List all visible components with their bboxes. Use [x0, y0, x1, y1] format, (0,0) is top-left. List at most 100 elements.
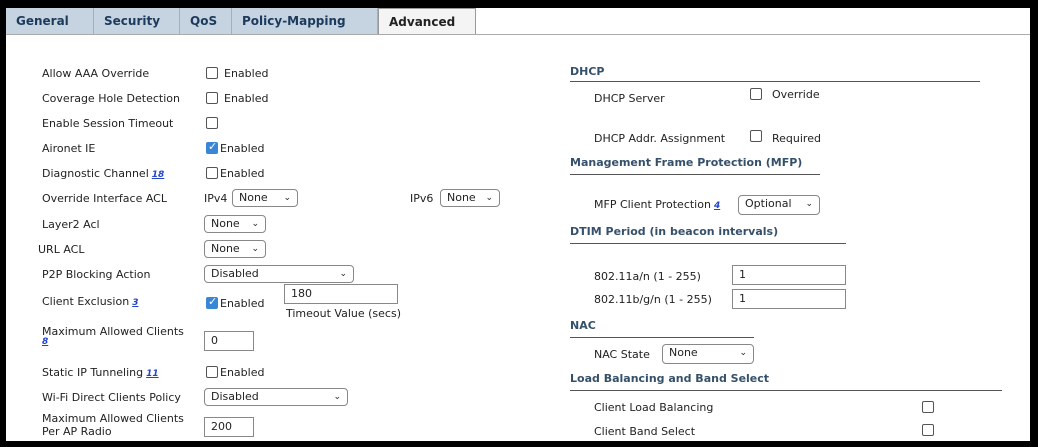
nac-section-title: NAC — [570, 319, 596, 332]
dtim-section-title: DTIM Period (in beacon intervals) — [570, 225, 779, 238]
static-ip-checkbox[interactable] — [206, 366, 218, 378]
dhcp-assign-label: DHCP Addr. Assignment — [594, 132, 726, 145]
advanced-settings: Allow AAA Override Enabled Coverage Hole… — [6, 34, 1030, 440]
client-band-select-checkbox[interactable] — [922, 424, 934, 436]
ipv6-label: IPv6 — [410, 192, 434, 205]
chevron-down-icon: ⌄ — [805, 199, 813, 209]
ipv4-acl-value: None — [239, 191, 268, 204]
dhcp-assign-checkbox[interactable] — [750, 130, 762, 142]
chevron-down-icon: ⌄ — [251, 219, 259, 229]
nac-state-value: None — [669, 346, 698, 359]
chevron-down-icon: ⌄ — [739, 348, 747, 358]
client-exclusion-check-label: Enabled — [220, 297, 265, 310]
tab-advanced[interactable]: Advanced — [378, 8, 476, 34]
client-load-balancing-checkbox[interactable] — [922, 401, 934, 413]
nac-state-label: NAC State — [594, 348, 650, 361]
chevron-down-icon: ⌄ — [339, 269, 347, 279]
allow-aaa-override-checkbox[interactable] — [206, 67, 218, 79]
client-exclusion-label: Client Exclusion 3 — [42, 295, 138, 308]
chevron-down-icon: ⌄ — [333, 392, 341, 402]
diagnostic-channel-check-label: Enabled — [220, 167, 265, 180]
max-clients-ref-link[interactable]: 8 — [42, 337, 48, 347]
override-acl-label: Override Interface ACL — [42, 192, 167, 205]
diagnostic-channel-checkbox[interactable] — [206, 167, 218, 179]
max-clients-ap-label-2: Per AP Radio — [42, 425, 112, 438]
dhcp-server-label: DHCP Server — [594, 92, 665, 105]
static-ip-text: Static IP Tunneling — [42, 366, 144, 379]
layer2-acl-label: Layer2 Acl — [42, 218, 100, 231]
ipv6-acl-select[interactable]: None ⌄ — [440, 189, 500, 207]
dhcp-section-title: DHCP — [570, 65, 605, 78]
coverage-hole-checkbox[interactable] — [206, 92, 218, 104]
mfp-client-select[interactable]: Optional ⌄ — [738, 195, 820, 215]
ipv6-acl-value: None — [447, 191, 476, 204]
p2p-blocking-value: Disabled — [211, 267, 259, 280]
ipv4-label: IPv4 — [204, 192, 228, 205]
client-exclusion-ref-link[interactable]: 3 — [132, 298, 138, 308]
layer2-acl-value: None — [211, 217, 240, 230]
mfp-client-label: MFP Client Protection 4 — [594, 198, 720, 211]
ipv4-acl-select[interactable]: None ⌄ — [232, 189, 298, 207]
mfp-divider — [570, 174, 820, 175]
url-acl-select[interactable]: None ⌄ — [204, 240, 266, 258]
layer2-acl-select[interactable]: None ⌄ — [204, 215, 266, 233]
diagnostic-channel-ref-link[interactable]: 18 — [152, 170, 165, 180]
allow-aaa-override-label: Allow AAA Override — [42, 67, 150, 80]
dhcp-server-check-label: Override — [772, 88, 820, 101]
timeout-value-input[interactable]: 180 — [284, 284, 398, 304]
dhcp-divider — [570, 81, 980, 82]
tab-policy-mapping[interactable]: Policy-Mapping — [232, 8, 378, 34]
session-timeout-checkbox[interactable] — [206, 117, 218, 129]
diagnostic-channel-label: Diagnostic Channel 18 — [42, 167, 164, 180]
max-clients-ap-input[interactable]: 200 — [204, 417, 254, 437]
mfp-ref-link[interactable]: 4 — [714, 201, 720, 211]
tab-security[interactable]: Security — [94, 8, 180, 34]
nac-divider — [570, 337, 754, 338]
static-ip-check-label: Enabled — [220, 366, 265, 379]
client-exclusion-checkbox[interactable] — [206, 295, 218, 309]
dhcp-server-checkbox[interactable] — [750, 88, 762, 100]
wlan-edit-panel: General Security QoS Policy-Mapping Adva… — [4, 6, 1032, 443]
tab-qos[interactable]: QoS — [180, 8, 232, 34]
nac-state-select[interactable]: None ⌄ — [662, 344, 754, 364]
diagnostic-channel-text: Diagnostic Channel — [42, 167, 149, 180]
timeout-value-label: Timeout Value (secs) — [286, 307, 401, 320]
client-exclusion-text: Client Exclusion — [42, 295, 130, 308]
chevron-down-icon: ⌄ — [485, 193, 493, 203]
p2p-blocking-select[interactable]: Disabled ⌄ — [204, 265, 354, 283]
tab-bar: General Security QoS Policy-Mapping Adva… — [6, 8, 1030, 34]
static-ip-label: Static IP Tunneling 11 — [42, 366, 159, 379]
chevron-down-icon: ⌄ — [251, 244, 259, 254]
wifi-direct-value: Disabled — [211, 390, 259, 403]
lb-section-title: Load Balancing and Band Select — [570, 372, 770, 385]
dtim-a-input[interactable]: 1 — [732, 265, 846, 285]
dhcp-assign-check-label: Required — [772, 132, 821, 145]
dtim-a-label: 802.11a/n (1 - 255) — [594, 270, 701, 283]
p2p-blocking-label: P2P Blocking Action — [42, 268, 151, 281]
url-acl-value: None — [211, 242, 240, 255]
mfp-client-value: Optional — [745, 197, 792, 210]
client-band-select-label: Client Band Select — [594, 425, 696, 438]
static-ip-ref-link[interactable]: 11 — [146, 369, 159, 379]
mfp-client-text: MFP Client Protection — [594, 198, 711, 211]
session-timeout-label: Enable Session Timeout — [42, 117, 174, 130]
dtim-divider — [570, 243, 846, 244]
tab-general[interactable]: General — [6, 8, 94, 34]
client-load-balancing-label: Client Load Balancing — [594, 401, 714, 414]
dtim-b-label: 802.11b/g/n (1 - 255) — [594, 293, 712, 306]
aironet-ie-label: Aironet IE — [42, 142, 96, 155]
max-clients-ap-label-1: Maximum Allowed Clients — [42, 412, 184, 425]
lb-divider — [570, 390, 1002, 391]
wifi-direct-label: Wi-Fi Direct Clients Policy — [42, 391, 181, 404]
mfp-section-title: Management Frame Protection (MFP) — [570, 156, 803, 169]
dtim-b-input[interactable]: 1 — [732, 289, 846, 309]
chevron-down-icon: ⌄ — [283, 193, 291, 203]
coverage-hole-label: Coverage Hole Detection — [42, 92, 180, 105]
max-clients-label: Maximum Allowed Clients — [42, 325, 184, 338]
wifi-direct-select[interactable]: Disabled ⌄ — [204, 388, 348, 406]
coverage-hole-check-label: Enabled — [224, 92, 269, 105]
url-acl-label: URL ACL — [38, 243, 85, 256]
max-clients-input[interactable]: 0 — [204, 331, 254, 351]
aironet-ie-check-label: Enabled — [220, 142, 265, 155]
aironet-ie-checkbox[interactable] — [206, 140, 218, 154]
